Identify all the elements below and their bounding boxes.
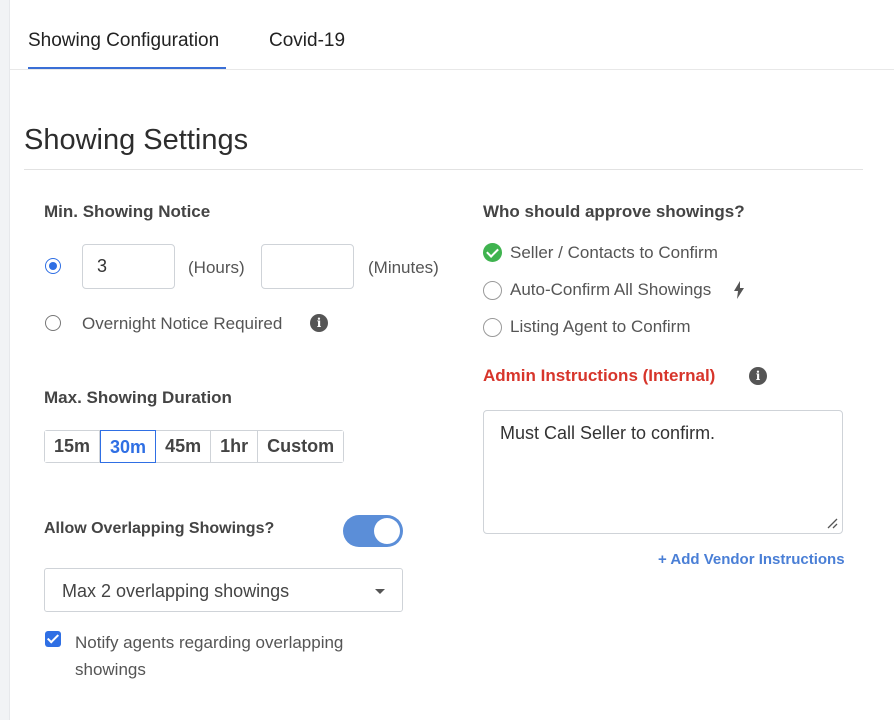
duration-option-1hr[interactable]: 1hr — [211, 431, 259, 462]
duration-option-45m[interactable]: 45m — [156, 431, 212, 462]
notify-agents-checkbox[interactable] — [45, 631, 61, 647]
chevron-down-icon — [375, 589, 385, 594]
section-divider — [24, 169, 863, 170]
tab-bar: Showing Configuration Covid-19 — [10, 0, 894, 70]
add-vendor-instructions-link[interactable]: + Add Vendor Instructions — [658, 551, 845, 568]
approval-label: Who should approve showings? — [483, 202, 745, 221]
resize-handle-icon[interactable] — [826, 517, 838, 529]
overlap-label: Allow Overlapping Showings? — [44, 520, 275, 537]
overlap-select-value: Max 2 overlapping showings — [62, 581, 290, 601]
approval-radio-auto-confirm[interactable] — [483, 281, 502, 300]
duration-option-custom[interactable]: Custom — [258, 431, 344, 462]
duration-segmented-control: 15m 30m 45m 1hr Custom — [44, 430, 345, 463]
active-tab-indicator — [28, 67, 226, 69]
max-duration-label: Max. Showing Duration — [44, 388, 232, 407]
bolt-icon — [734, 281, 744, 299]
duration-option-15m[interactable]: 15m — [45, 431, 101, 462]
overlap-toggle[interactable] — [343, 515, 403, 547]
notice-minutes-input[interactable] — [261, 244, 354, 289]
left-rail — [0, 0, 10, 720]
info-icon[interactable]: i — [310, 314, 328, 332]
approval-option-seller[interactable]: Seller / Contacts to Confirm — [510, 243, 718, 263]
duration-option-30m[interactable]: 30m — [100, 430, 157, 463]
notice-hours-input[interactable] — [82, 244, 175, 289]
hours-unit-label: (Hours) — [188, 258, 245, 277]
check-circle-icon[interactable] — [483, 243, 502, 262]
overlap-select[interactable]: Max 2 overlapping showings — [44, 568, 403, 612]
min-notice-label: Min. Showing Notice — [44, 202, 211, 221]
approval-option-auto-confirm[interactable]: Auto-Confirm All Showings — [510, 280, 711, 300]
tab-showing-configuration[interactable]: Showing Configuration — [28, 30, 219, 52]
overnight-notice-label: Overnight Notice Required — [82, 314, 283, 333]
admin-instructions-textarea[interactable]: Must Call Seller to confirm. — [483, 410, 843, 534]
approval-option-listing-agent[interactable]: Listing Agent to Confirm — [510, 317, 690, 337]
approval-radio-listing-agent[interactable] — [483, 318, 502, 337]
min-notice-hours-radio[interactable] — [45, 258, 61, 274]
admin-info-icon[interactable]: i — [749, 367, 767, 385]
notify-agents-label: Notify agents regarding overlapping show… — [75, 633, 344, 679]
minutes-unit-label: (Minutes) — [368, 258, 439, 277]
tab-covid-19[interactable]: Covid-19 — [269, 30, 345, 52]
overnight-notice-radio[interactable] — [45, 315, 61, 331]
section-title: Showing Settings — [24, 124, 249, 156]
admin-instructions-label: Admin Instructions (Internal) — [483, 366, 716, 385]
